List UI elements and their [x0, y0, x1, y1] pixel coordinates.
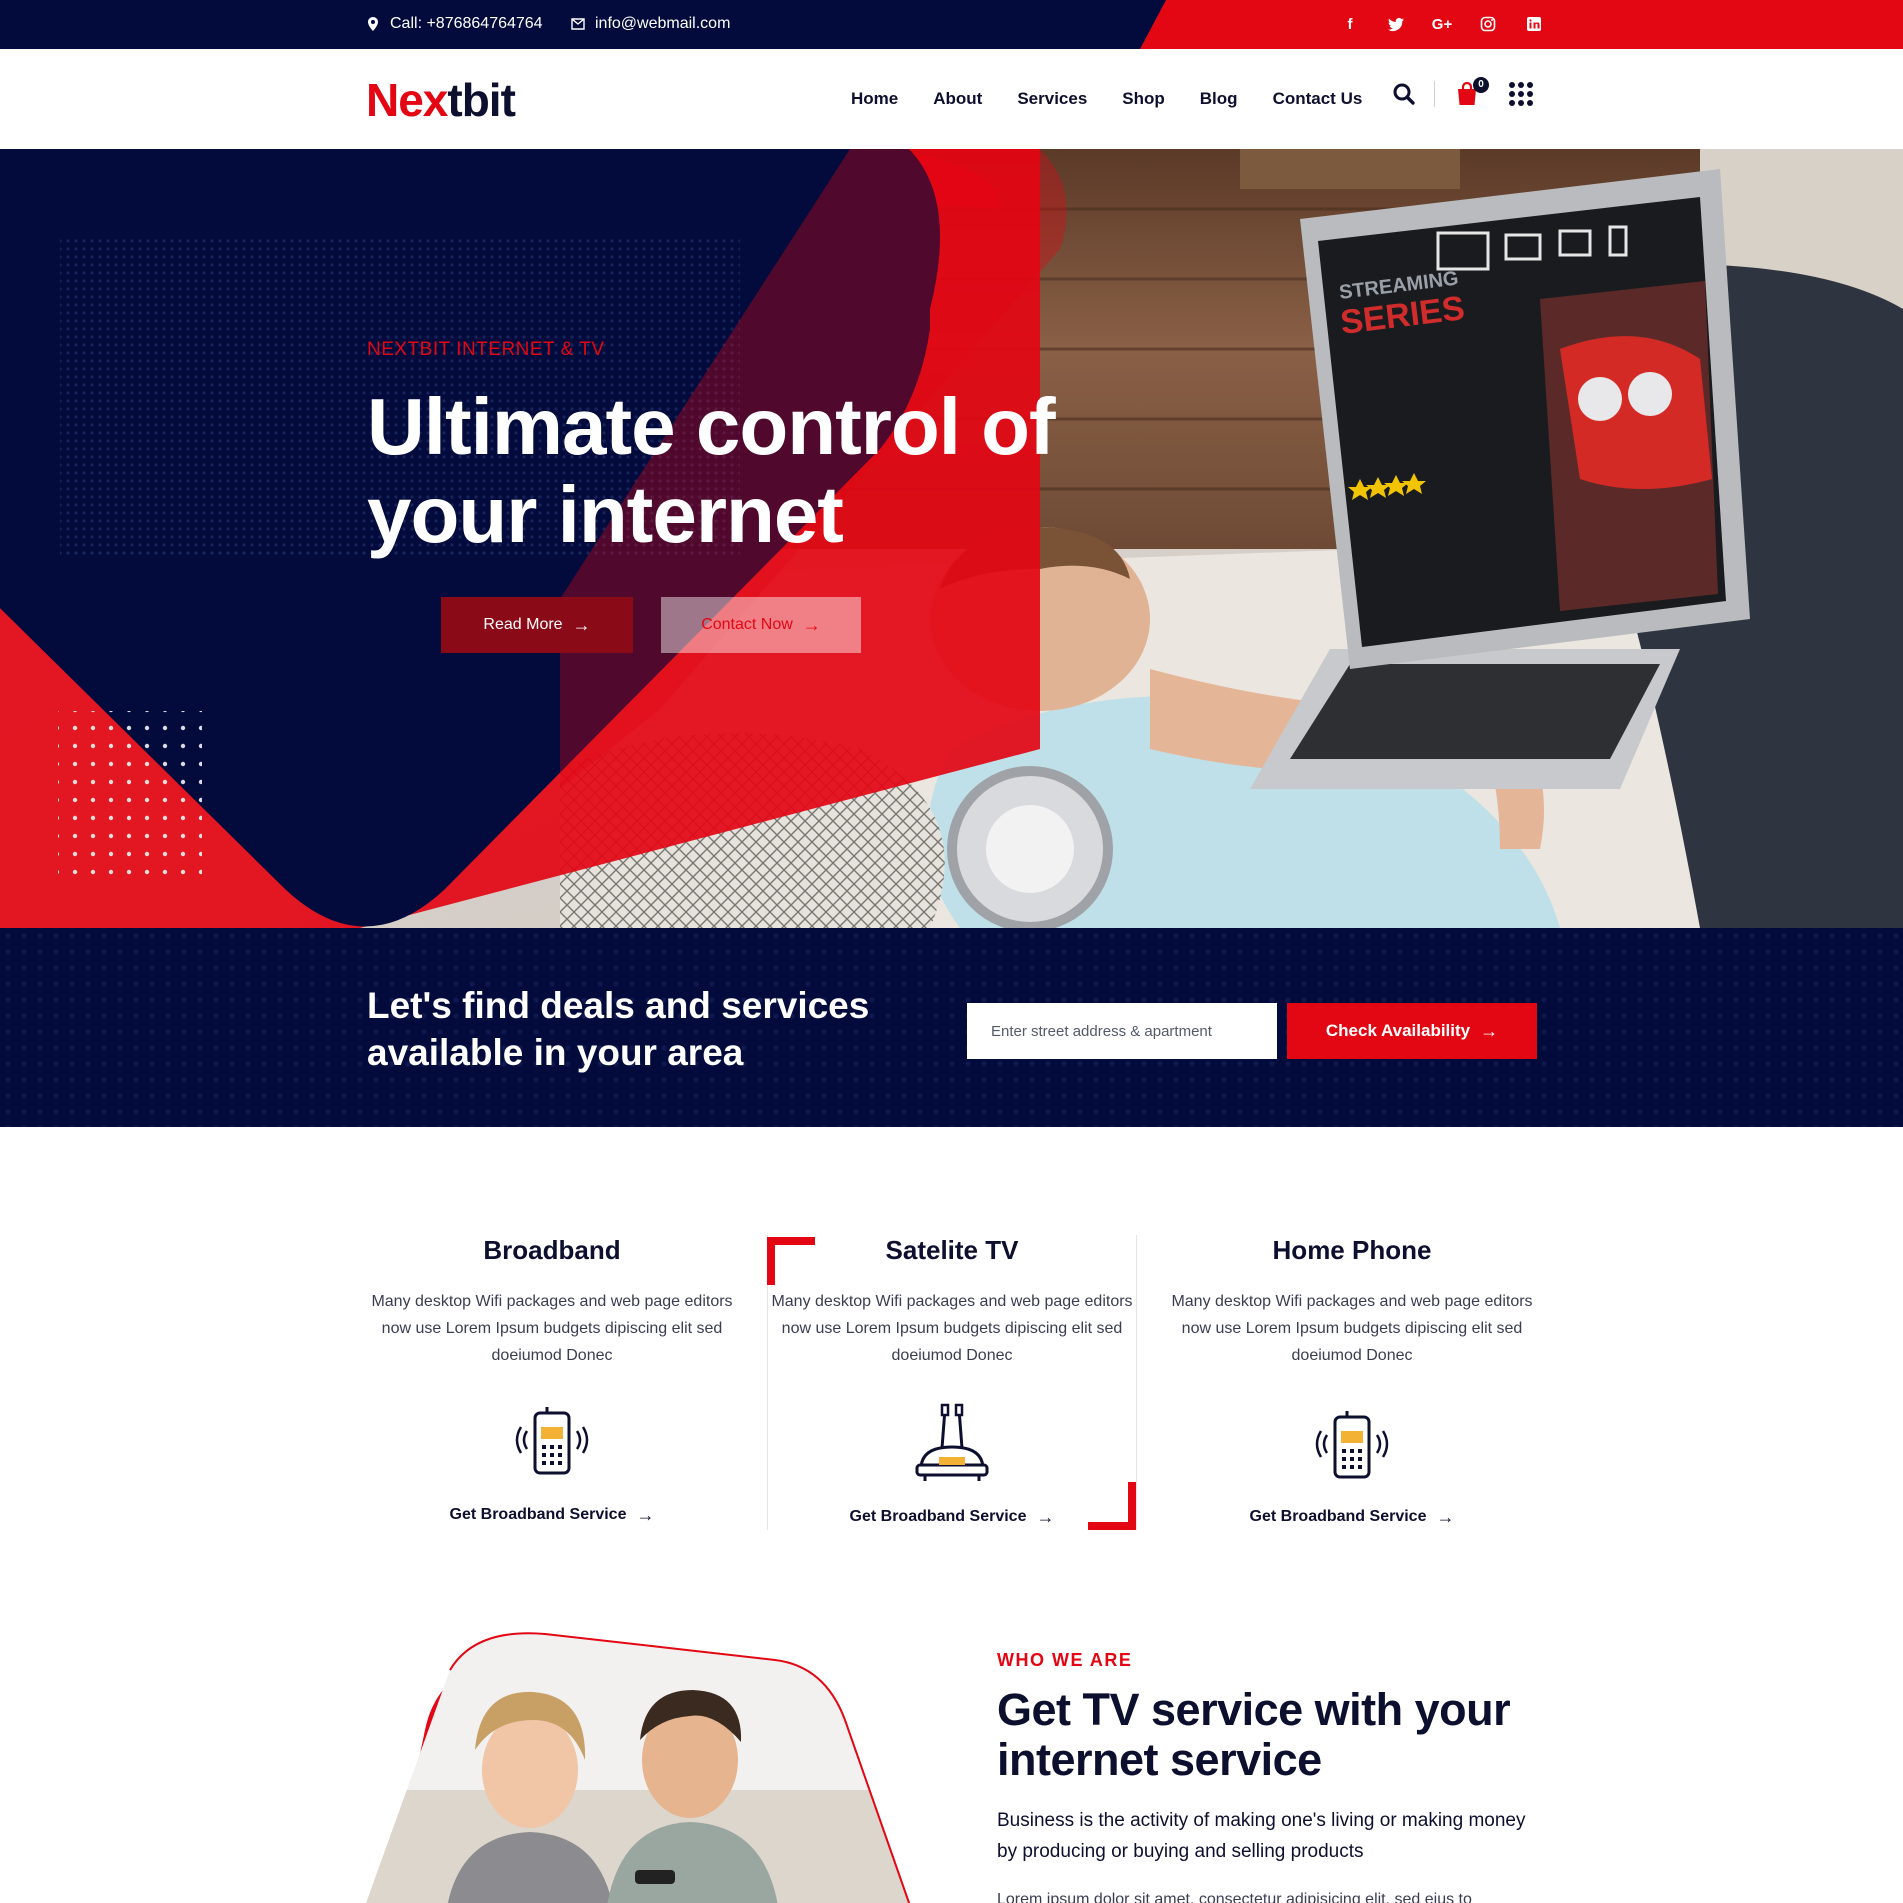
phone-icon [515, 1407, 589, 1475]
contact-now-label: Contact Now [701, 616, 793, 633]
nav-services[interactable]: Services [1017, 89, 1087, 109]
nav-home[interactable]: Home [851, 89, 898, 109]
cart-count-badge: 0 [1473, 77, 1489, 93]
service-card-home-phone: Home Phone Many desktop Wifi packages an… [1152, 1235, 1552, 1526]
service-link-label: Get Broadband Service [849, 1508, 1027, 1525]
service-link-label: Get Broadband Service [1249, 1508, 1427, 1525]
about-lead: Business is the activity of making one's… [997, 1810, 1526, 1862]
main-nav: Home About Services Shop Blog Contact Us [851, 89, 1362, 109]
read-more-label: Read More [483, 616, 563, 633]
logo-red-part: Nex [366, 74, 448, 126]
header-separator [1434, 81, 1435, 107]
facebook-icon[interactable]: f [1340, 14, 1360, 34]
grid-menu-icon[interactable] [1509, 82, 1533, 106]
router-icon [915, 1403, 989, 1481]
top-bar: Call: +876864764764 info@webmail.com f G… [0, 0, 1903, 49]
about-title: Get TV service with your internet servic… [997, 1684, 1511, 1785]
deals-title: Let's find deals and services available … [367, 985, 870, 1073]
service-card-broadband: Broadband Many desktop Wifi packages and… [352, 1235, 752, 1524]
email-contact[interactable]: info@webmail.com [571, 15, 730, 33]
arrow-right-icon: → [802, 615, 821, 635]
phone-contact[interactable]: Call: +876864764764 [366, 15, 543, 33]
contact-now-button[interactable]: Contact Now → [661, 597, 861, 653]
social-links: f G+ [1340, 14, 1544, 34]
read-more-button[interactable]: Read More → [441, 597, 633, 653]
arrow-right-icon: → [572, 615, 591, 635]
mail-icon [571, 18, 585, 30]
email-text: info@webmail.com [595, 15, 731, 32]
nav-shop[interactable]: Shop [1122, 89, 1165, 109]
hero-title: Ultimate control of your internet [367, 382, 1056, 559]
location-pin-icon [368, 17, 378, 31]
service-title: Broadband [483, 1235, 621, 1265]
deals-section: Let's find deals and services available … [0, 928, 1903, 1127]
instagram-icon[interactable] [1478, 14, 1498, 34]
phone-text: Call: +876864764764 [390, 15, 543, 32]
phone-icon [1315, 1411, 1389, 1479]
arrow-right-icon: → [1436, 1507, 1455, 1527]
nav-blog[interactable]: Blog [1200, 89, 1238, 109]
nav-contact-us[interactable]: Contact Us [1273, 89, 1363, 109]
active-card-corner-top [767, 1237, 815, 1285]
about-body: Lorem ipsum dolor sit amet, consectetur … [997, 1891, 1472, 1903]
arrow-right-icon: → [1480, 1021, 1499, 1041]
address-input[interactable] [967, 1003, 1277, 1059]
service-description: Many desktop Wifi packages and web page … [371, 1293, 733, 1364]
couple-photo [360, 1632, 915, 1903]
header-actions: 0 [1392, 77, 1533, 107]
google-plus-icon[interactable]: G+ [1432, 14, 1452, 34]
cart-button[interactable]: 0 [1455, 77, 1489, 107]
twitter-icon[interactable] [1386, 14, 1406, 34]
service-description: Many desktop Wifi packages and web page … [1171, 1293, 1533, 1364]
site-logo[interactable]: Nextbit [366, 73, 516, 127]
active-card-corner-bottom [1088, 1482, 1136, 1530]
service-description: Many desktop Wifi packages and web page … [771, 1293, 1133, 1364]
logo-dark-part: tbit [447, 74, 516, 126]
check-availability-button[interactable]: Check Availability → [1287, 1003, 1537, 1059]
arrow-right-icon: → [636, 1505, 655, 1525]
service-link-label: Get Broadband Service [449, 1506, 627, 1523]
hero-kicker: NEXTBIT INTERNET & TV [367, 339, 605, 360]
arrow-right-icon: → [1036, 1507, 1055, 1527]
linkedin-icon[interactable] [1524, 14, 1544, 34]
hero-text-block: NEXTBIT INTERNET & TV Ultimate control o… [367, 339, 1087, 559]
hero-buttons: Read More → Contact Now → [441, 597, 861, 653]
search-icon[interactable] [1392, 82, 1416, 106]
dot-pattern-decoration [0, 928, 1903, 1127]
main-header: Nextbit Home About Services Shop Blog Co… [0, 49, 1903, 149]
nav-about[interactable]: About [933, 89, 982, 109]
service-title: Home Phone [1272, 1235, 1432, 1265]
get-broadband-service-link[interactable]: Get Broadband Service → [352, 1506, 752, 1524]
get-broadband-service-link[interactable]: Get Broadband Service → [1152, 1508, 1552, 1526]
service-divider [1136, 1235, 1137, 1530]
hero-section: STREAMING SERIES NEXTBIT INTERNET & TV U… [0, 149, 1903, 928]
check-availability-label: Check Availability [1325, 1021, 1471, 1040]
about-kicker: WHO WE ARE [997, 1650, 1133, 1670]
